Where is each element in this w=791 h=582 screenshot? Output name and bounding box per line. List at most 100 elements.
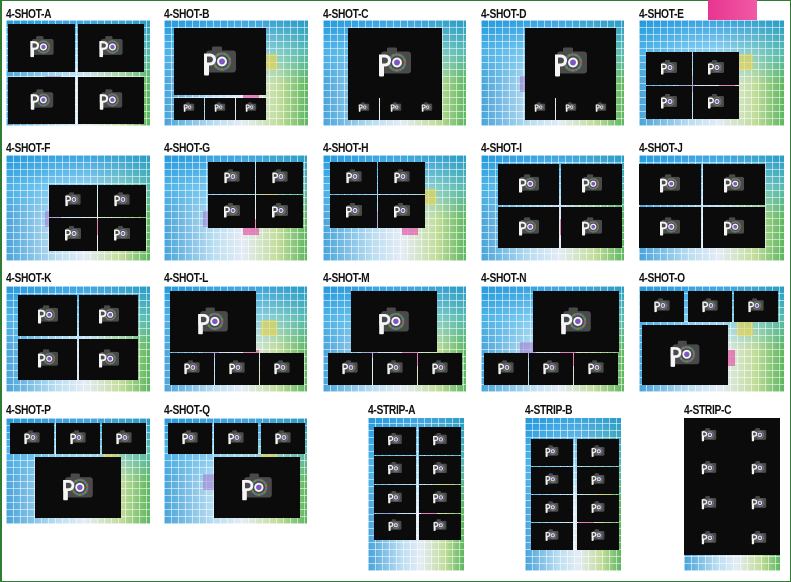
photo-slot bbox=[577, 495, 619, 522]
camera-icon bbox=[587, 357, 606, 381]
camera-icon bbox=[595, 100, 608, 118]
camera-icon bbox=[516, 213, 541, 243]
camera-icon bbox=[97, 84, 125, 117]
camera-icon bbox=[96, 301, 121, 331]
photo-slot bbox=[79, 295, 138, 336]
camera-icon bbox=[222, 166, 241, 190]
photo-slot bbox=[79, 339, 138, 380]
photo-slot bbox=[49, 218, 97, 251]
photo-slot bbox=[35, 457, 121, 518]
camera-icon bbox=[659, 56, 679, 81]
camera-icon bbox=[747, 295, 766, 319]
camera-icon bbox=[700, 493, 718, 516]
camera-icon bbox=[387, 517, 403, 538]
photo-slot bbox=[688, 291, 732, 322]
template-label-e: 4-SHOT-E bbox=[639, 7, 684, 21]
camera-icon bbox=[96, 345, 121, 375]
photo-slot bbox=[703, 207, 765, 248]
template-label-h: 4-SHOT-H bbox=[323, 141, 369, 155]
camera-icon bbox=[659, 90, 679, 115]
photo-slot bbox=[639, 207, 701, 248]
template-label-b: 4-SHOT-B bbox=[164, 7, 210, 21]
photo-slot bbox=[531, 495, 573, 522]
photo-slot bbox=[419, 485, 461, 513]
camera-icon bbox=[69, 427, 88, 451]
camera-icon bbox=[113, 189, 132, 213]
photo-slot bbox=[378, 195, 425, 228]
camera-icon bbox=[432, 430, 449, 452]
camera-icon bbox=[35, 301, 60, 331]
photo-slot bbox=[8, 24, 75, 72]
photo-slot bbox=[98, 185, 146, 217]
photo-slot bbox=[214, 457, 300, 518]
camera-icon bbox=[722, 213, 747, 243]
photo-slot bbox=[260, 353, 304, 385]
photo-slot bbox=[374, 456, 416, 484]
camera-icon bbox=[64, 189, 83, 213]
photo-slot bbox=[49, 185, 97, 217]
camera-icon bbox=[700, 425, 718, 448]
camera-icon bbox=[112, 222, 132, 247]
photo-slot bbox=[639, 164, 701, 205]
camera-icon bbox=[245, 100, 258, 118]
camera-icon bbox=[387, 430, 404, 452]
template-label-sc: 4-STRIP-C bbox=[684, 403, 732, 417]
camera-icon bbox=[590, 498, 606, 519]
template-label-a: 4-SHOT-A bbox=[6, 7, 52, 21]
camera-icon bbox=[667, 335, 703, 376]
camera-icon bbox=[700, 458, 718, 481]
camera-icon bbox=[653, 295, 672, 319]
template-label-f: 4-SHOT-F bbox=[6, 141, 51, 155]
template-label-q: 4-SHOT-Q bbox=[164, 403, 210, 417]
template-label-sb: 4-STRIP-B bbox=[525, 403, 573, 417]
photo-slot bbox=[170, 291, 256, 352]
photo-slot bbox=[8, 77, 75, 124]
photo-slot bbox=[418, 353, 462, 385]
camera-icon bbox=[544, 470, 560, 491]
camera-icon bbox=[544, 526, 560, 547]
photo-slot bbox=[351, 291, 437, 352]
photo-slot bbox=[411, 98, 442, 120]
photo-slot bbox=[102, 423, 146, 454]
camera-icon bbox=[579, 213, 604, 243]
photo-slot bbox=[236, 98, 266, 120]
camera-icon bbox=[558, 301, 595, 343]
photo-slot bbox=[693, 86, 739, 119]
camera-icon bbox=[200, 39, 240, 84]
photo-slot bbox=[98, 218, 146, 251]
photo-slot bbox=[531, 523, 573, 550]
camera-icon bbox=[392, 166, 411, 190]
camera-icon bbox=[750, 493, 768, 516]
camera-icon bbox=[590, 470, 606, 491]
camera-icon bbox=[497, 357, 516, 381]
photo-slot bbox=[380, 98, 411, 120]
photo-slot bbox=[374, 514, 416, 540]
photo-slot bbox=[577, 467, 619, 494]
template-label-n: 4-SHOT-N bbox=[481, 271, 527, 285]
template-label-j: 4-SHOT-J bbox=[639, 141, 683, 155]
photo-slot bbox=[256, 162, 303, 194]
camera-icon bbox=[273, 357, 292, 381]
photo-slot bbox=[561, 164, 622, 205]
photo-slot bbox=[577, 523, 619, 550]
photo-slot bbox=[174, 28, 266, 95]
photo-slot bbox=[646, 52, 692, 85]
camera-icon bbox=[432, 488, 449, 510]
camera-icon bbox=[590, 442, 606, 463]
camera-icon bbox=[23, 427, 42, 451]
camera-icon bbox=[431, 357, 450, 381]
template-label-m: 4-SHOT-M bbox=[323, 271, 370, 285]
photo-slot bbox=[330, 195, 377, 228]
photo-slot bbox=[374, 427, 416, 455]
photo-slot bbox=[18, 295, 77, 336]
camera-icon bbox=[579, 170, 604, 200]
photo-slot bbox=[174, 98, 204, 120]
camera-icon bbox=[376, 301, 413, 343]
camera-icon bbox=[63, 222, 83, 247]
camera-icon bbox=[516, 170, 541, 200]
camera-icon bbox=[357, 100, 370, 118]
camera-icon bbox=[750, 458, 768, 481]
camera-icon bbox=[386, 357, 405, 381]
photo-slot bbox=[734, 291, 778, 322]
camera-icon bbox=[392, 199, 412, 224]
